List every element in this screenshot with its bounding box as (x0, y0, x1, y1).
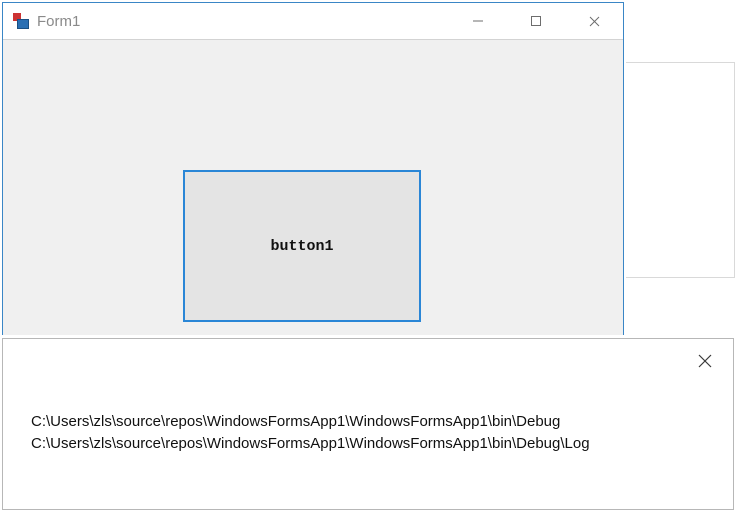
button1[interactable]: button1 (183, 170, 421, 322)
app-icon (13, 13, 29, 29)
window-controls (449, 3, 623, 39)
form-client-area: button1 (3, 40, 623, 335)
messagebox-close-button[interactable] (685, 345, 725, 377)
messagebox-window: C:\Users\zls\source\repos\WindowsFormsAp… (2, 338, 734, 510)
window-title: Form1 (37, 13, 80, 30)
messagebox-text: C:\Users\zls\source\repos\WindowsFormsAp… (31, 411, 590, 455)
form1-window: Form1 button1 (2, 2, 624, 335)
maximize-button[interactable] (507, 3, 565, 39)
minimize-button[interactable] (449, 3, 507, 39)
background-panel-right (626, 62, 735, 278)
messagebox-line2: C:\Users\zls\source\repos\WindowsFormsAp… (31, 435, 590, 452)
messagebox-line1: C:\Users\zls\source\repos\WindowsFormsAp… (31, 413, 560, 430)
titlebar[interactable]: Form1 (3, 3, 623, 40)
close-button[interactable] (565, 3, 623, 39)
